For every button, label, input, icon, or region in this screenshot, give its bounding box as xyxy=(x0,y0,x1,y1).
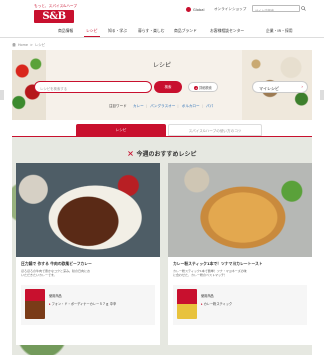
recipe-card[interactable]: カレー粉スティック1本で！ツナマヨカレートースト カレー粉スティック1本で簡単！… xyxy=(168,163,312,345)
scroll-right-handle[interactable] xyxy=(320,90,324,100)
recipe-search-input[interactable]: レシピを検索する xyxy=(34,81,152,93)
chevron-right-icon: › xyxy=(301,84,303,89)
global-link[interactable]: Global xyxy=(186,7,204,12)
hot-word-link[interactable]: パングラスオー xyxy=(150,104,175,108)
section-title: 今週のおすすめレシピ xyxy=(12,149,312,158)
used-product[interactable]: 使用商品 ▸カレー粉スティック xyxy=(173,285,307,325)
recipe-description: ほろほろの牛肉で豊かなコクと深み。秋の日向にお いただきたいカレーです。 xyxy=(21,269,91,278)
beef-curry-image xyxy=(16,163,160,257)
hot-word-link[interactable]: パパ xyxy=(206,104,213,108)
nav-item-support[interactable]: お客様相談センター xyxy=(210,28,244,34)
sb-logo[interactable]: S&B xyxy=(34,10,74,23)
breadcrumb-home[interactable]: Home xyxy=(18,43,28,47)
used-product-label: 使用商品 xyxy=(201,294,214,298)
product-name[interactable]: ▸カレー粉スティック xyxy=(201,301,232,306)
hot-word-link[interactable]: ポルカロー xyxy=(182,104,200,108)
recipe-tabs: レシピ スパイス&ハーブの使い方のコツ xyxy=(76,124,262,136)
tab-recipe[interactable]: レシピ xyxy=(76,124,166,136)
hot-word-link[interactable]: カレー xyxy=(133,104,144,108)
used-product-label: 使用商品 xyxy=(49,294,62,298)
plus-icon: + xyxy=(194,86,199,90)
nav-item-learn[interactable]: 知る・学ぶ xyxy=(108,28,127,34)
weekly-recommended-section: 今週のおすすめレシピ 圧力鍋で 作する 牛肉の欧風ビーフカレー ほろほろの牛肉で… xyxy=(12,137,312,355)
detail-search-label: 詳細検索 xyxy=(199,86,212,90)
global-nav: 商品情報 レシピ 知る・学ぶ 暮らす・楽しむ 商品ブランド お客様相談センター … xyxy=(0,24,324,38)
utensils-icon xyxy=(128,151,134,156)
curry-toast-image xyxy=(168,163,312,257)
product-name[interactable]: ▸フォン・ド・ボーディナーカレー５７ｇ 中辛 xyxy=(49,301,116,306)
product-package-image xyxy=(177,289,197,319)
recipe-search-button[interactable]: 検索 xyxy=(154,81,182,93)
nav-item-lifestyle[interactable]: 暮らす・楽しむ xyxy=(138,28,165,34)
my-recipe-label: マイレシピ xyxy=(259,85,279,91)
global-label: Global xyxy=(193,7,205,12)
recipe-title[interactable]: 圧力鍋で 作する 牛肉の欧風ビーフカレー xyxy=(21,261,155,267)
tab-spice-tips[interactable]: スパイス&ハーブの使い方のコツ xyxy=(168,124,262,136)
site-search-input[interactable]: サイト内検索 xyxy=(252,5,300,12)
hot-words: 注目ワード カレー | パングラスオー | ポルカロー | パパ xyxy=(108,104,214,108)
my-recipe-button[interactable]: マイレシピ › xyxy=(252,81,308,93)
recipe-card[interactable]: 圧力鍋で 作する 牛肉の欧風ビーフカレー ほろほろの牛肉で豊かなコクと深み。秋の… xyxy=(16,163,160,345)
recipe-hero: レシピ レシピを検索する 検索 + 詳細検索 マイレシピ › xyxy=(12,50,312,120)
nav-item-brands[interactable]: 商品ブランド xyxy=(174,28,197,34)
detail-search-button[interactable]: + 詳細検索 xyxy=(188,82,218,92)
nav-item-corporate[interactable]: 企業・IR・採用 xyxy=(266,28,293,34)
search-icon[interactable] xyxy=(301,6,306,11)
product-package-image xyxy=(25,289,45,319)
nav-item-products[interactable]: 商品情報 xyxy=(58,28,73,34)
globe-icon xyxy=(186,7,191,12)
recipe-title[interactable]: カレー粉スティック1本で！ツナマヨカレートースト xyxy=(173,261,307,267)
section-title-text: 今週のおすすめレシピ xyxy=(136,151,197,158)
logo-tagline: もっと、スパイス&ハーブ xyxy=(34,4,78,8)
online-shop-link[interactable]: オンラインショップ xyxy=(214,7,246,12)
nav-active-indicator xyxy=(84,36,100,37)
breadcrumb: Home > レシピ xyxy=(12,42,45,47)
page-title: レシピ xyxy=(152,62,171,69)
recipe-description: カレー粉スティック1本で簡単！ツナ・マヨネーズの味 に合わせた、カレー粉のベスト… xyxy=(173,269,247,278)
home-icon[interactable] xyxy=(12,42,16,47)
scroll-left-handle[interactable] xyxy=(0,90,4,100)
site-header: もっと、スパイス&ハーブ S&B Global オンラインショップ サイト内検索 xyxy=(0,0,324,24)
used-product[interactable]: 使用商品 ▸フォン・ド・ボーディナーカレー５７ｇ 中辛 xyxy=(21,285,155,325)
hot-words-label: 注目ワード xyxy=(108,104,127,108)
nav-item-recipe[interactable]: レシピ xyxy=(86,28,97,34)
breadcrumb-current: レシピ xyxy=(34,43,46,47)
